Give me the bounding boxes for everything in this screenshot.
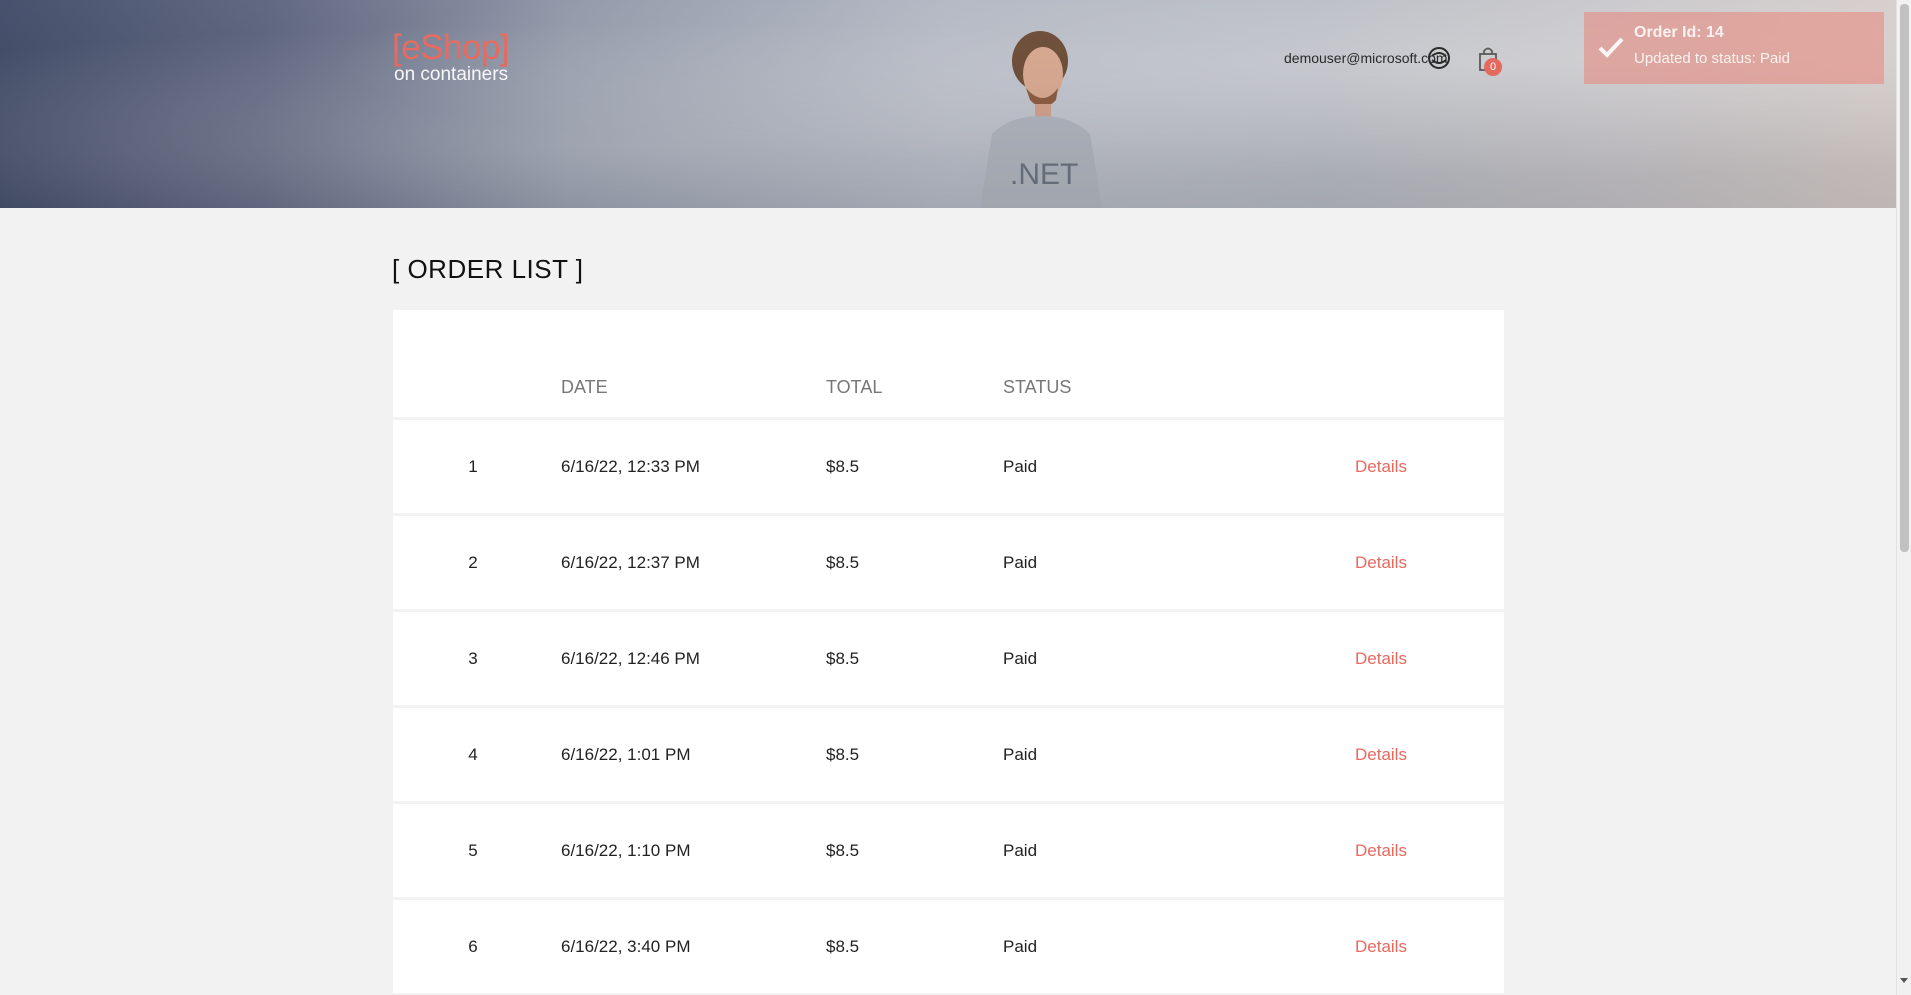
order-status: Paid (1003, 937, 1038, 956)
details-link[interactable]: Details (1355, 841, 1407, 861)
table-header: DATE TOTAL STATUS (393, 310, 1504, 417)
order-total: $8.5 (826, 937, 860, 956)
hero-person-image: .NET (980, 31, 1102, 208)
scrollbar-thumb[interactable] (1900, 4, 1909, 552)
order-date: 6/16/22, 1:10 PM (561, 841, 691, 860)
toast-message: Updated to status: Paid (1634, 50, 1790, 67)
order-date: 6/16/22, 3:40 PM (561, 937, 691, 956)
order-status: Paid (1003, 457, 1038, 476)
table-row: 6 6/16/22, 3:40 PM $8.5 Paid Details (393, 900, 1504, 993)
order-status: Paid (1003, 553, 1038, 572)
page: [eShop] on containers .NET demouser@micr… (0, 0, 1911, 995)
order-status: Paid (1003, 649, 1038, 668)
order-date: 6/16/22, 12:37 PM (561, 553, 700, 572)
vertical-scrollbar[interactable] (1896, 0, 1911, 995)
column-header-total: TOTAL (826, 377, 883, 397)
order-total: $8.5 (826, 457, 860, 476)
logo[interactable]: [eShop] on containers (392, 28, 510, 86)
logo-title[interactable]: [eShop] (392, 28, 510, 68)
order-status: Paid (1003, 745, 1038, 764)
cart-count-badge[interactable]: 0 (1484, 58, 1502, 76)
table-row: 1 6/16/22, 12:33 PM $8.5 Paid Details (393, 420, 1504, 513)
order-date: 6/16/22, 1:01 PM (561, 745, 691, 764)
check-icon (1598, 37, 1624, 58)
table-row: 3 6/16/22, 12:46 PM $8.5 Paid Details (393, 612, 1504, 705)
toast-title: Order Id: 14 (1634, 24, 1724, 41)
order-total: $8.5 (826, 841, 860, 860)
details-link[interactable]: Details (1355, 937, 1407, 957)
column-header-status: STATUS (1003, 377, 1072, 397)
user-identity-icon[interactable] (1426, 45, 1452, 71)
logo-subtitle: on containers (394, 64, 509, 85)
scroll-down-arrow-icon[interactable] (1900, 978, 1908, 983)
orders-table: DATE TOTAL STATUS 1 6/16/22, 12:33 PM $8… (393, 310, 1504, 995)
column-header-date: DATE (561, 377, 608, 397)
order-date: 6/16/22, 12:46 PM (561, 649, 700, 668)
user-email[interactable]: demouser@microsoft.com (1284, 50, 1448, 66)
details-link[interactable]: Details (1355, 649, 1407, 669)
details-link[interactable]: Details (1355, 745, 1407, 765)
details-link[interactable]: Details (1355, 457, 1407, 477)
order-total: $8.5 (826, 745, 860, 764)
order-status: Paid (1003, 841, 1038, 860)
details-link[interactable]: Details (1355, 553, 1407, 573)
order-total: $8.5 (826, 649, 860, 668)
table-row: 5 6/16/22, 1:10 PM $8.5 Paid Details (393, 804, 1504, 897)
table-row: 2 6/16/22, 12:37 PM $8.5 Paid Details (393, 516, 1504, 609)
order-total: $8.5 (826, 553, 860, 572)
order-date: 6/16/22, 12:33 PM (561, 457, 700, 476)
svg-text:.NET: .NET (1010, 158, 1078, 191)
table-row: 4 6/16/22, 1:01 PM $8.5 Paid Details (393, 708, 1504, 801)
shopping-bag-icon[interactable] (1474, 44, 1504, 74)
notification-toast[interactable]: Order Id: 14 Updated to status: Paid (1584, 12, 1884, 84)
page-title: [ ORDER LIST ] (392, 254, 584, 284)
